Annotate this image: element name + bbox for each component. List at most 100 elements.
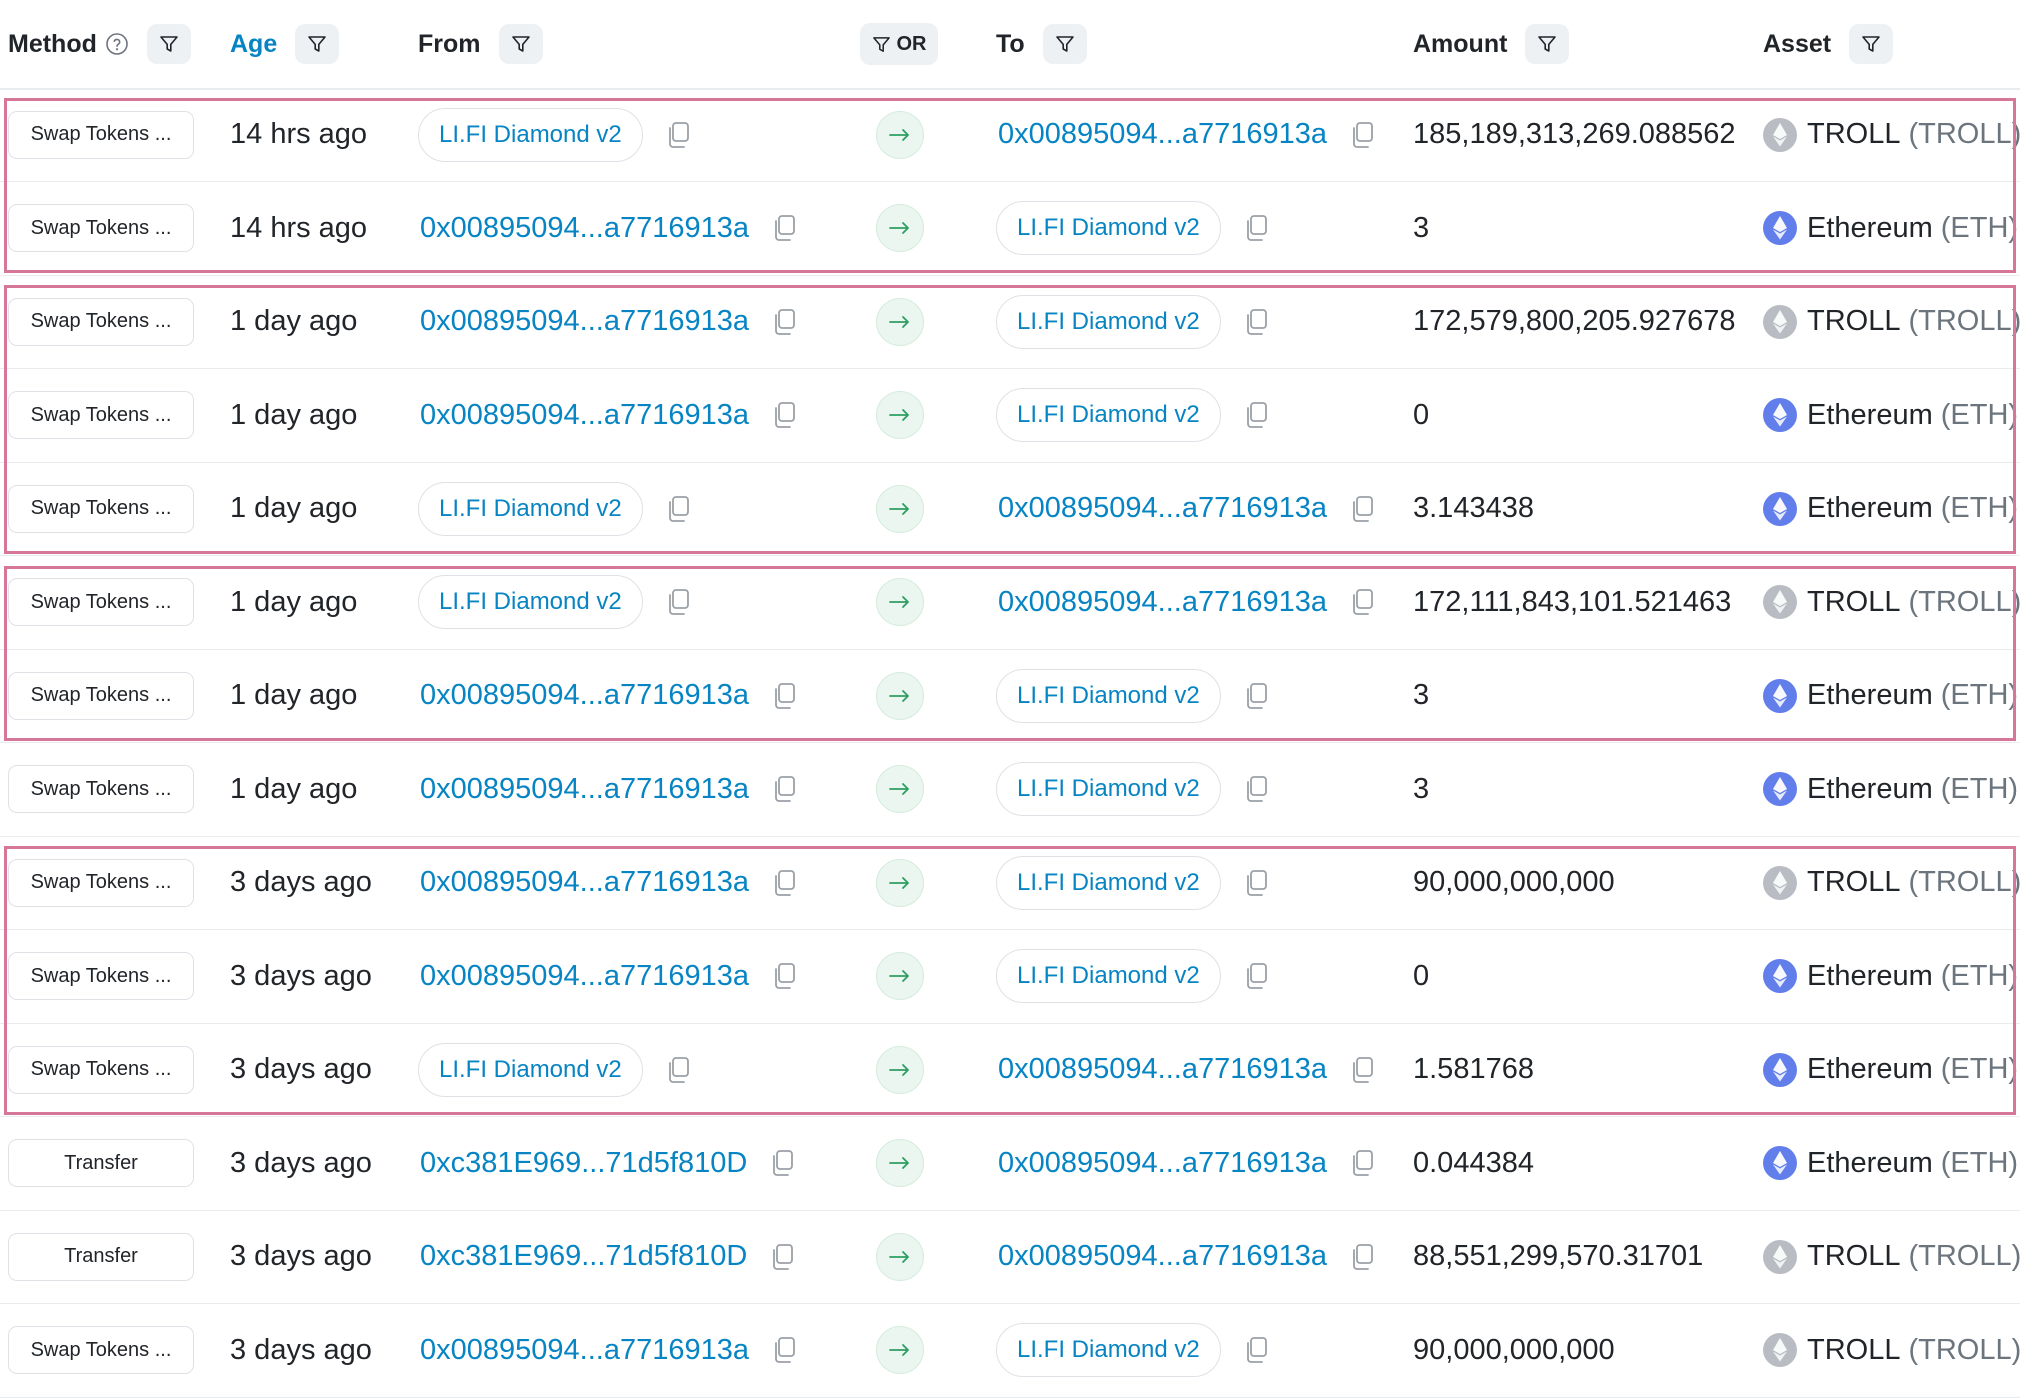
asset-name-link[interactable]: Ethereum [1807,212,1933,245]
from-contract-link[interactable]: LI.FI Diamond v2 [418,1042,643,1097]
asset-name-link[interactable]: TROLL [1807,866,1900,899]
copy-icon[interactable] [1243,775,1269,803]
asset-name-link[interactable]: Ethereum [1807,492,1933,525]
from-address-link[interactable]: 0x00895094...a7716913a [420,399,749,432]
from-address-link[interactable]: 0x00895094...a7716913a [420,1334,749,1367]
to-filter-button[interactable] [1042,24,1087,64]
method-badge[interactable]: Swap Tokens ... [8,297,194,346]
asset-cell[interactable]: Ethereum (ETH) [1763,182,2018,275]
to-address-link[interactable]: 0x00895094...a7716913a [998,1053,1327,1086]
from-address-link[interactable]: 0xc381E969...71d5f810D [420,1147,747,1180]
question-circle-icon[interactable] [105,32,129,56]
asset-filter-button[interactable] [1849,24,1894,64]
asset-cell[interactable]: Ethereum (ETH) [1763,649,2018,742]
or-filter-button[interactable]: OR [860,23,938,65]
asset-name-link[interactable]: TROLL [1807,305,1900,338]
from-address-link[interactable]: 0x00895094...a7716913a [420,679,749,712]
copy-icon[interactable] [1243,962,1269,990]
asset-cell[interactable]: TROLL (TROLL) [1763,1304,2021,1397]
method-badge[interactable]: Swap Tokens ... [8,484,194,533]
copy-icon[interactable] [1349,1243,1375,1271]
from-address-link[interactable]: 0x00895094...a7716913a [420,960,749,993]
asset-name-link[interactable]: Ethereum [1807,960,1933,993]
asset-name-link[interactable]: TROLL [1807,1240,1900,1273]
copy-icon[interactable] [771,308,797,336]
method-badge[interactable]: Swap Tokens ... [8,1326,194,1374]
asset-cell[interactable]: TROLL (TROLL) [1763,836,2021,929]
asset-cell[interactable]: Ethereum (ETH) [1763,1117,2018,1210]
to-address-link[interactable]: 0x00895094...a7716913a [998,586,1327,619]
asset-name-link[interactable]: Ethereum [1807,1147,1933,1180]
copy-icon[interactable] [1243,401,1269,429]
copy-icon[interactable] [769,1149,795,1177]
asset-name-link[interactable]: Ethereum [1807,773,1933,806]
to-contract-link[interactable]: LI.FI Diamond v2 [996,294,1221,349]
from-contract-link[interactable]: LI.FI Diamond v2 [418,481,643,536]
asset-cell[interactable]: TROLL (TROLL) [1763,275,2021,368]
asset-name-link[interactable]: TROLL [1807,586,1900,619]
asset-name-link[interactable]: Ethereum [1807,399,1933,432]
copy-icon[interactable] [771,401,797,429]
copy-icon[interactable] [1243,1336,1269,1364]
method-badge[interactable]: Swap Tokens ... [8,1045,194,1094]
method-badge[interactable]: Swap Tokens ... [8,952,194,1000]
to-address-link[interactable]: 0x00895094...a7716913a [998,1240,1327,1273]
to-address-link[interactable]: 0x00895094...a7716913a [998,1147,1327,1180]
method-badge[interactable]: Swap Tokens ... [8,765,194,813]
amount-filter-button[interactable] [1525,24,1570,64]
to-contract-link[interactable]: LI.FI Diamond v2 [996,762,1221,816]
from-address-link[interactable]: 0x00895094...a7716913a [420,212,749,245]
asset-cell[interactable]: Ethereum (ETH) [1763,743,2018,836]
copy-icon[interactable] [665,121,691,149]
method-filter-button[interactable] [146,24,191,64]
asset-cell[interactable]: TROLL (TROLL) [1763,88,2021,181]
from-contract-link[interactable]: LI.FI Diamond v2 [418,107,643,162]
method-badge[interactable]: Swap Tokens ... [8,391,194,439]
from-address-link[interactable]: 0xc381E969...71d5f810D [420,1240,747,1273]
from-filter-button[interactable] [498,24,543,64]
method-badge[interactable]: Swap Tokens ... [8,578,194,626]
to-contract-link[interactable]: LI.FI Diamond v2 [996,1323,1221,1377]
copy-icon[interactable] [771,214,797,242]
copy-icon[interactable] [1349,121,1375,149]
copy-icon[interactable] [1243,214,1269,242]
copy-icon[interactable] [665,495,691,523]
asset-cell[interactable]: TROLL (TROLL) [1763,1210,2021,1303]
asset-cell[interactable]: Ethereum (ETH) [1763,369,2018,462]
method-badge[interactable]: Swap Tokens ... [8,204,194,252]
copy-icon[interactable] [665,1056,691,1084]
asset-name-link[interactable]: TROLL [1807,118,1900,151]
to-address-link[interactable]: 0x00895094...a7716913a [998,492,1327,525]
to-contract-link[interactable]: LI.FI Diamond v2 [996,388,1221,442]
method-badge[interactable]: Transfer [8,1232,194,1281]
asset-cell[interactable]: TROLL (TROLL) [1763,556,2021,649]
copy-icon[interactable] [1349,1149,1375,1177]
copy-icon[interactable] [1243,869,1269,897]
from-address-link[interactable]: 0x00895094...a7716913a [420,773,749,806]
copy-icon[interactable] [1349,1056,1375,1084]
asset-name-link[interactable]: Ethereum [1807,1053,1933,1086]
from-address-link[interactable]: 0x00895094...a7716913a [420,866,749,899]
asset-cell[interactable]: Ethereum (ETH) [1763,462,2018,555]
copy-icon[interactable] [771,962,797,990]
to-contract-link[interactable]: LI.FI Diamond v2 [996,949,1221,1003]
from-address-link[interactable]: 0x00895094...a7716913a [420,305,749,338]
method-badge[interactable]: Swap Tokens ... [8,858,194,907]
method-badge[interactable]: Transfer [8,1139,194,1187]
age-filter-button[interactable] [295,24,340,64]
to-address-link[interactable]: 0x00895094...a7716913a [998,118,1327,151]
to-contract-link[interactable]: LI.FI Diamond v2 [996,855,1221,910]
copy-icon[interactable] [1349,495,1375,523]
asset-cell[interactable]: Ethereum (ETH) [1763,930,2018,1023]
method-badge[interactable]: Swap Tokens ... [8,110,194,159]
to-contract-link[interactable]: LI.FI Diamond v2 [996,201,1221,255]
copy-icon[interactable] [771,775,797,803]
copy-icon[interactable] [1349,588,1375,616]
copy-icon[interactable] [771,682,797,710]
asset-name-link[interactable]: TROLL [1807,1334,1900,1367]
asset-cell[interactable]: Ethereum (ETH) [1763,1023,2018,1116]
copy-icon[interactable] [771,1336,797,1364]
asset-name-link[interactable]: Ethereum [1807,679,1933,712]
copy-icon[interactable] [1243,308,1269,336]
copy-icon[interactable] [771,869,797,897]
